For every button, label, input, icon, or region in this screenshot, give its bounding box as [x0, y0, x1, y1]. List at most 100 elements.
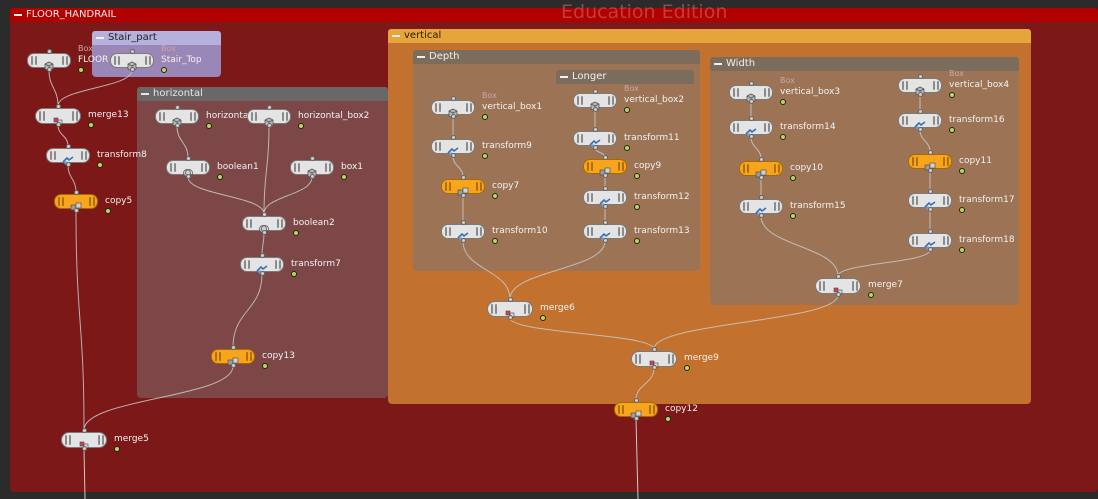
input-port[interactable] — [758, 195, 764, 200]
output-port[interactable] — [927, 207, 933, 212]
display-flag-icon[interactable] — [492, 238, 498, 244]
node-boolean1[interactable] — [166, 160, 210, 177]
node-floor[interactable] — [27, 53, 71, 71]
node-transform16[interactable] — [898, 113, 942, 130]
node-copy9[interactable] — [583, 159, 627, 175]
input-port[interactable] — [507, 297, 513, 302]
input-port[interactable] — [450, 96, 456, 101]
display-flag-icon[interactable] — [624, 107, 630, 113]
output-port[interactable] — [651, 365, 657, 370]
node-boolean1-label[interactable]: boolean1 — [217, 162, 259, 172]
input-port[interactable] — [261, 212, 267, 217]
frame-longer-title[interactable]: Longer — [556, 70, 694, 84]
input-port[interactable] — [917, 109, 923, 114]
input-port[interactable] — [46, 49, 52, 54]
output-port[interactable] — [927, 247, 933, 252]
node-transform7-label[interactable]: transform7 — [291, 259, 341, 269]
node-transform17-label[interactable]: transform17 — [959, 195, 1015, 205]
node-vertical-box3[interactable] — [729, 85, 773, 103]
input-port[interactable] — [55, 104, 61, 109]
node-transform13[interactable] — [583, 224, 627, 241]
display-flag-icon[interactable] — [790, 175, 796, 181]
node-horizontal-box2[interactable] — [247, 109, 291, 127]
display-flag-icon[interactable] — [959, 207, 965, 213]
input-port[interactable] — [460, 175, 466, 180]
input-port[interactable] — [81, 428, 87, 433]
node-merge6-label[interactable]: merge6 — [540, 303, 575, 313]
node-stair-top-label[interactable]: Stair_Top — [161, 55, 202, 65]
display-flag-icon[interactable] — [492, 193, 498, 199]
output-port[interactable] — [748, 134, 754, 139]
display-flag-icon[interactable] — [97, 162, 103, 168]
output-port[interactable] — [633, 416, 639, 421]
output-port[interactable] — [174, 123, 180, 128]
output-port[interactable] — [917, 92, 923, 97]
node-transform10[interactable] — [441, 224, 485, 241]
display-flag-icon[interactable] — [949, 92, 955, 98]
output-port[interactable] — [927, 168, 933, 173]
input-port[interactable] — [592, 127, 598, 132]
input-port[interactable] — [651, 347, 657, 352]
input-port[interactable] — [129, 49, 135, 54]
display-flag-icon[interactable] — [790, 213, 796, 219]
display-flag-icon[interactable] — [78, 67, 84, 73]
node-transform11-label[interactable]: transform11 — [624, 133, 680, 143]
node-copy7[interactable] — [441, 179, 485, 195]
collapse-icon[interactable] — [714, 63, 722, 65]
node-transform14-label[interactable]: transform14 — [780, 122, 836, 132]
node-copy11-label[interactable]: copy11 — [959, 156, 992, 166]
node-copy13-label[interactable]: copy13 — [262, 351, 295, 361]
node-vertical-box4[interactable] — [898, 78, 942, 96]
node-copy12[interactable] — [614, 402, 658, 418]
display-flag-icon[interactable] — [298, 123, 304, 129]
input-port[interactable] — [835, 274, 841, 279]
node-copy5[interactable] — [54, 194, 98, 210]
output-port[interactable] — [261, 230, 267, 235]
output-port[interactable] — [81, 446, 87, 451]
input-port[interactable] — [748, 81, 754, 86]
output-port[interactable] — [129, 67, 135, 72]
output-port[interactable] — [230, 363, 236, 368]
node-transform10-label[interactable]: transform10 — [492, 226, 548, 236]
node-horizontal-label[interactable]: horizontal — [206, 111, 251, 121]
input-port[interactable] — [185, 156, 191, 161]
input-port[interactable] — [450, 135, 456, 140]
node-copy10[interactable] — [739, 161, 783, 177]
output-port[interactable] — [73, 208, 79, 213]
input-port[interactable] — [259, 253, 265, 258]
display-flag-icon[interactable] — [959, 168, 965, 174]
input-port[interactable] — [927, 229, 933, 234]
frame-vertical-title[interactable]: vertical — [388, 29, 1031, 43]
collapse-icon[interactable] — [417, 56, 425, 58]
display-flag-icon[interactable] — [105, 208, 111, 214]
network-editor[interactable]: FLOOR_HANDRAIL Education Edition Stair_p… — [0, 0, 1098, 499]
output-port[interactable] — [507, 315, 513, 320]
output-port[interactable] — [758, 175, 764, 180]
output-port[interactable] — [602, 238, 608, 243]
node-floor-label[interactable]: FLOOR — [78, 55, 108, 65]
node-vertical-box4-label[interactable]: vertical_box4 — [949, 80, 1009, 90]
node-transform12[interactable] — [583, 190, 627, 207]
node-transform15[interactable] — [739, 199, 783, 216]
output-port[interactable] — [309, 174, 315, 179]
output-port[interactable] — [46, 67, 52, 72]
output-port[interactable] — [55, 122, 61, 127]
output-port[interactable] — [460, 193, 466, 198]
node-vertical-box2[interactable] — [573, 93, 617, 111]
node-copy9-label[interactable]: copy9 — [634, 161, 661, 171]
input-port[interactable] — [230, 345, 236, 350]
display-flag-icon[interactable] — [482, 153, 488, 159]
output-port[interactable] — [460, 238, 466, 243]
display-flag-icon[interactable] — [780, 134, 786, 140]
node-merge13-label[interactable]: merge13 — [88, 110, 129, 120]
display-flag-icon[interactable] — [634, 204, 640, 210]
display-flag-icon[interactable] — [291, 271, 297, 277]
output-port[interactable] — [450, 153, 456, 158]
node-vertical-box1[interactable] — [431, 100, 475, 118]
node-copy7-label[interactable]: copy7 — [492, 181, 519, 191]
display-flag-icon[interactable] — [293, 230, 299, 236]
collapse-icon[interactable] — [392, 35, 400, 37]
display-flag-icon[interactable] — [341, 174, 347, 180]
display-flag-icon[interactable] — [262, 363, 268, 369]
display-flag-icon[interactable] — [665, 416, 671, 422]
